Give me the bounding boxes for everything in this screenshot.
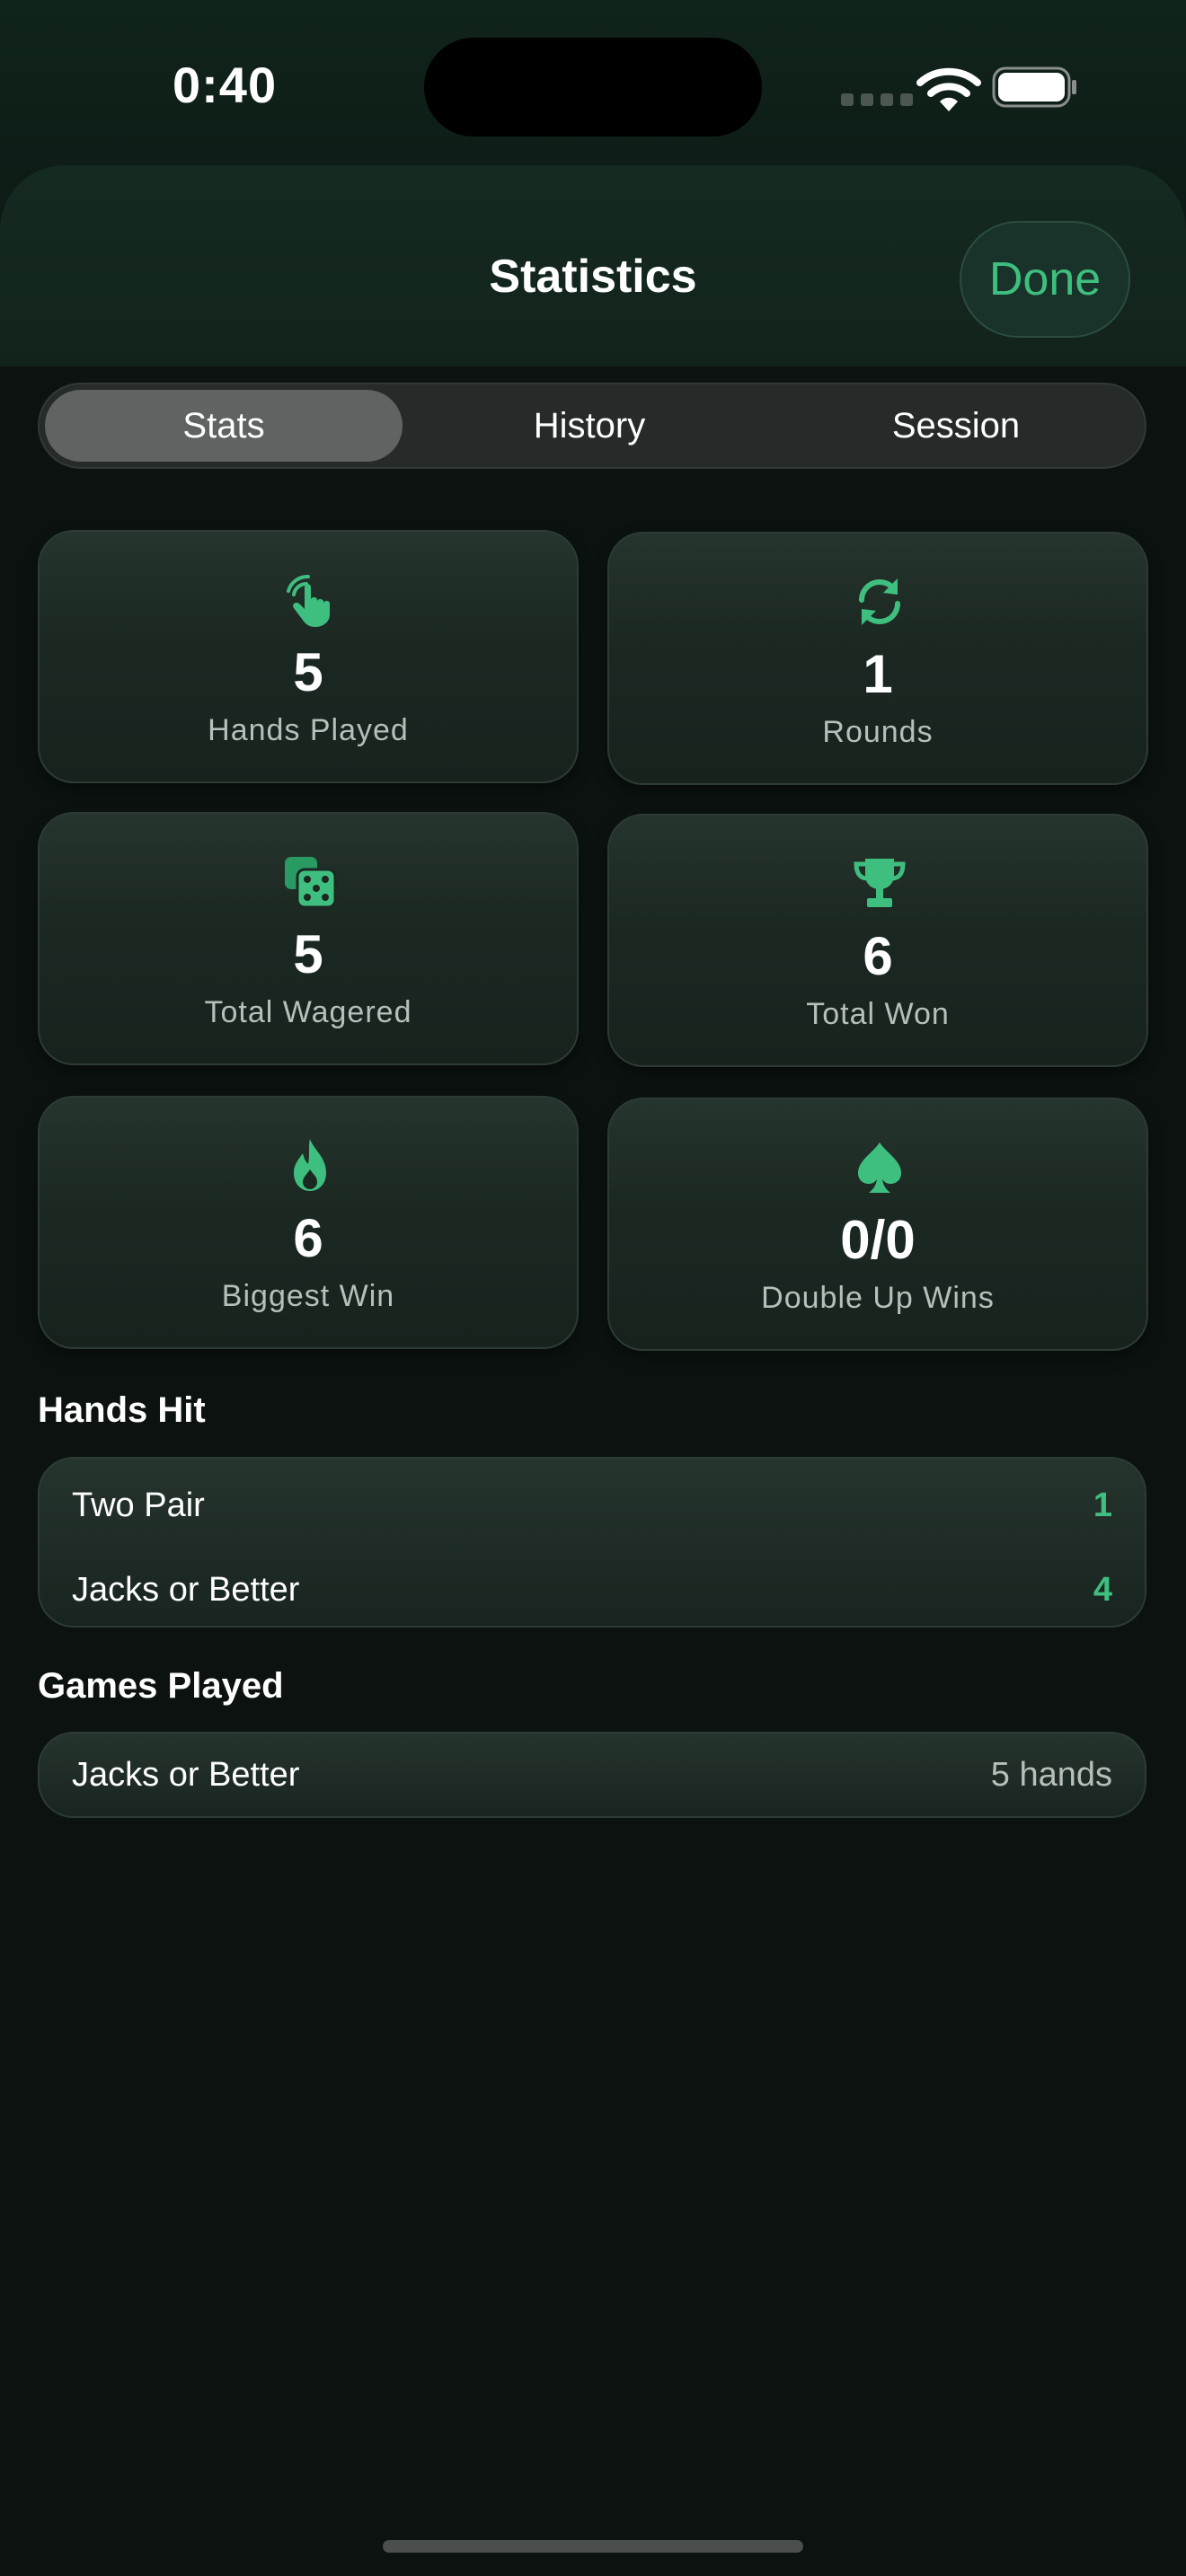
stat-value: 6 xyxy=(293,1208,323,1268)
trophy-icon xyxy=(854,859,906,907)
game-hands-count: 5 hands xyxy=(990,1755,1112,1794)
dice-icon xyxy=(285,857,337,909)
list-item: Jacks or Better 4 xyxy=(72,1563,1112,1617)
stat-label: Double Up Wins xyxy=(761,1281,995,1315)
tab-segmented-control: Stats History Session xyxy=(38,383,1146,469)
spade-icon xyxy=(858,1142,901,1193)
stat-card-double-up-wins: 0/0 Double Up Wins xyxy=(607,1098,1148,1351)
stat-label: Total Wagered xyxy=(204,995,412,1029)
dynamic-island xyxy=(424,38,762,137)
games-played-title: Games Played xyxy=(38,1666,284,1706)
tab-history[interactable]: History xyxy=(410,390,769,462)
hands-hit-list: Two Pair 1 Jacks or Better 4 xyxy=(38,1457,1146,1628)
hand-count: 1 xyxy=(1093,1486,1112,1524)
stat-value: 5 xyxy=(293,924,323,984)
stat-card-rounds: 1 Rounds xyxy=(607,532,1148,785)
done-button[interactable]: Done xyxy=(960,221,1130,338)
list-item: Jacks or Better 5 hands xyxy=(72,1748,1112,1802)
stat-card-total-wagered: 5 Total Wagered xyxy=(38,812,579,1065)
stat-card-biggest-win: 6 Biggest Win xyxy=(38,1096,579,1349)
game-name: Jacks or Better xyxy=(72,1755,300,1794)
status-time: 0:40 xyxy=(173,57,278,113)
stat-label: Biggest Win xyxy=(221,1279,395,1313)
statistics-sheet xyxy=(0,165,1186,2576)
hand-tap-icon xyxy=(287,575,330,627)
stat-value: 5 xyxy=(293,642,323,702)
battery-icon xyxy=(992,66,1076,108)
stat-card-hands-played: 5 Hands Played xyxy=(38,530,579,783)
stat-label: Rounds xyxy=(822,715,934,749)
hand-name: Jacks or Better xyxy=(72,1570,300,1609)
stat-label: Total Won xyxy=(806,997,950,1031)
stat-value: 0/0 xyxy=(840,1210,916,1270)
hand-count: 4 xyxy=(1093,1570,1112,1609)
home-indicator[interactable] xyxy=(383,2540,803,2553)
games-played-list: Jacks or Better 5 hands xyxy=(38,1732,1146,1818)
tab-session[interactable]: Session xyxy=(774,390,1137,462)
list-item: Two Pair 1 xyxy=(72,1478,1112,1532)
stat-card-total-won: 6 Total Won xyxy=(607,814,1148,1067)
cellular-signal-icon xyxy=(841,93,913,106)
stat-label: Hands Played xyxy=(208,713,409,747)
hands-hit-title: Hands Hit xyxy=(38,1390,206,1430)
refresh-icon xyxy=(859,578,900,625)
flame-icon xyxy=(294,1139,326,1191)
stat-value: 1 xyxy=(863,644,893,704)
stat-value: 6 xyxy=(863,926,893,986)
tab-stats[interactable]: Stats xyxy=(45,390,403,462)
hand-name: Two Pair xyxy=(72,1486,205,1524)
wifi-icon xyxy=(916,67,981,111)
